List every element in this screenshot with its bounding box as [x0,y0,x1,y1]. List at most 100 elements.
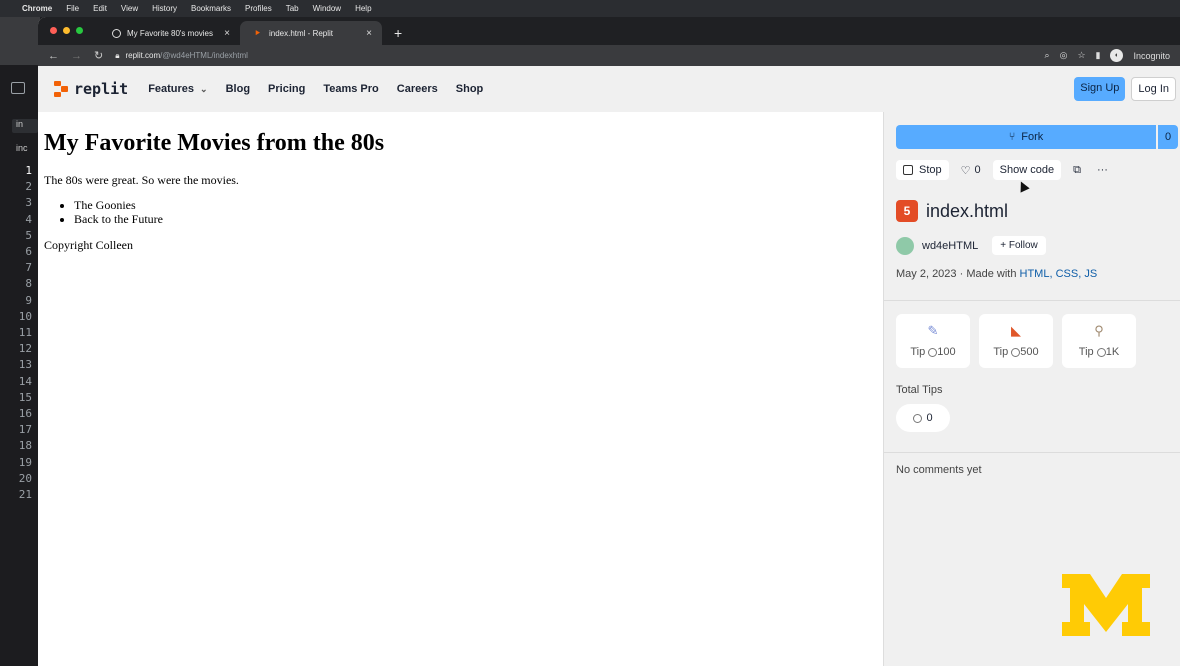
tip-card-100[interactable]: ✎ Tip 100 [896,314,970,368]
tip-card-1k[interactable]: ⚲ Tip 1K [1062,314,1136,368]
editor-file-tree-item[interactable]: inc [12,143,38,157]
tab-title: index.html - Replit [269,28,334,38]
tab-close-icon[interactable]: × [224,28,230,39]
bookmark-star-icon[interactable]: ☆ [1077,50,1085,61]
tracking-protection-icon[interactable]: ◎ [1060,50,1068,61]
show-code-button[interactable]: Show code [992,160,1062,180]
reload-icon[interactable]: ↻ [94,49,103,62]
cycles-coin-icon [1011,347,1021,357]
follow-label: Follow [1008,240,1038,251]
line-number: 17 [18,423,32,437]
logo-text: replit [74,80,129,98]
nav-pricing[interactable]: Pricing [268,83,305,95]
tech-link-js[interactable]: JS [1084,268,1097,280]
back-arrow-icon[interactable]: ← [48,50,59,62]
menu-help[interactable]: Help [355,4,371,13]
stop-label: Stop [919,164,942,176]
minimize-window-button[interactable] [63,27,70,34]
list-item: The Goonies [74,198,877,212]
line-number: 14 [18,374,32,388]
url-field[interactable]: 🔒︎ replit.com/@wd4eHTML/indexhtml [115,51,1032,61]
repl-actions: Stop ♡ 0 Show code ⧉ ··· [896,159,1112,181]
replit-logo-icon [52,81,68,97]
nav-shop[interactable]: Shop [456,83,484,95]
movie-list: The Goonies Back to the Future [74,198,877,226]
list-item: Back to the Future [74,212,877,226]
tip-card-500[interactable]: ◣ Tip 500 [979,314,1053,368]
menu-app-name[interactable]: Chrome [22,4,52,13]
line-number: 13 [18,358,32,372]
plus-icon: + [1000,240,1007,251]
menu-tab[interactable]: Tab [286,4,299,13]
line-number: 16 [18,407,32,421]
stop-icon [903,165,913,175]
url-host: replit.com [125,51,161,60]
incognito-label[interactable]: Incognito [1133,51,1170,61]
menu-window[interactable]: Window [313,4,341,13]
fork-icon: ⑂ [1008,131,1016,143]
line-number: 20 [18,471,32,485]
sign-up-button[interactable]: Sign Up [1074,77,1126,101]
menu-view[interactable]: View [121,4,138,13]
menu-bookmarks[interactable]: Bookmarks [191,4,231,13]
replit-logo[interactable]: replit [52,80,128,98]
block-m-logo [1062,574,1150,636]
url-path: /@wd4eHTML/indexhtml [160,51,248,60]
date-text: May 2, 2023 · Made with [896,268,1017,280]
tab-close-icon[interactable]: × [366,28,372,39]
line-number: 4 [25,212,32,226]
log-in-button[interactable]: Log In [1131,77,1176,101]
line-number: 15 [18,390,32,404]
incognito-icon[interactable]: ◐ [1110,49,1124,62]
open-external-icon[interactable]: ⧉ [1069,164,1085,177]
nav-teams-pro[interactable]: Teams Pro [323,83,378,95]
like-button[interactable]: ♡ 0 [957,164,985,177]
cycles-coin-icon [1096,347,1106,357]
menu-profiles[interactable]: Profiles [245,4,272,13]
owner-row: wd4eHTML + Follow [896,236,1046,255]
menu-history[interactable]: History [152,4,177,13]
line-number: 18 [18,439,32,453]
address-bar-row: ← → ↻ 🔒︎ replit.com/@wd4eHTML/indexhtml … [38,45,1180,66]
cycles-coin-icon [928,347,938,357]
tip-amount: 100 [937,346,956,358]
line-number: 1 [25,164,32,177]
total-tips-value: 0 [896,404,950,432]
tab-replit[interactable]: ⯈ index.html - Replit × [240,21,382,45]
tech-link-html[interactable]: HTML [1020,268,1050,280]
file-title-row: 5 index.html [896,200,1008,222]
avatar[interactable] [896,236,914,255]
tech-link-css[interactable]: CSS [1056,268,1079,280]
tip-amount: 1K [1105,346,1120,358]
zoom-window-button[interactable] [76,27,83,34]
close-window-button[interactable] [50,27,57,34]
follow-button[interactable]: + Follow [992,236,1046,255]
new-tab-button[interactable]: + [394,21,402,45]
side-panel-icon[interactable]: ▮ [1096,50,1101,61]
copyright-text: Copyright Colleen [44,238,133,252]
menu-file[interactable]: File [66,4,79,13]
zoom-icon[interactable]: ⌕ [1045,50,1050,61]
nav-careers[interactable]: Careers [397,83,438,95]
menu-edit[interactable]: Edit [93,4,107,13]
tab-favorite-movies[interactable]: My Favorite 80's movies × [98,21,240,45]
owner-name[interactable]: wd4eHTML [922,240,978,252]
window-controls [50,27,83,34]
line-number: 10 [18,309,32,323]
fork-button[interactable]: ⑂ Fork [896,125,1156,149]
nav-blog[interactable]: Blog [226,83,250,95]
line-number: 9 [25,293,32,307]
forward-arrow-icon[interactable]: → [71,50,82,62]
stop-button[interactable]: Stop [896,160,949,180]
more-options-icon[interactable]: ··· [1093,164,1112,176]
editor-file-tab[interactable]: in [12,119,38,133]
nav-features[interactable]: Features ⌄ [148,83,207,95]
heart-icon: ♡ [960,164,971,177]
line-number: 11 [18,326,32,340]
nav-label: Features [148,83,195,95]
sidebar-toggle-icon[interactable] [11,82,25,94]
background-window-toolbar [0,17,40,65]
tip-label: Tip [910,346,926,358]
pizza-icon: ◣ [1011,323,1021,338]
tip-icon: ✎ [927,323,939,338]
